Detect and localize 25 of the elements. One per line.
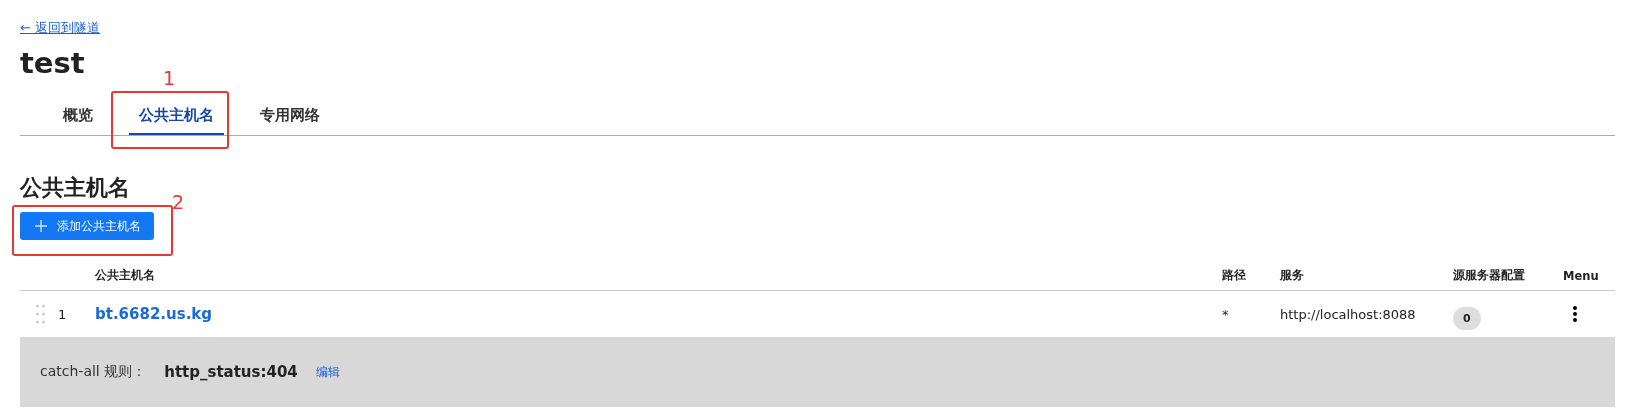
tab[interactable]: 概览 [53, 100, 103, 135]
column-header: 路径 [1222, 268, 1247, 283]
catch-all-label: catch-all 规则： [40, 363, 147, 381]
edit-link[interactable]: 编辑 [315, 363, 340, 381]
plus-icon [35, 220, 47, 232]
back-link[interactable]: ← 返回到隧道 [20, 19, 101, 37]
catch-all-value: http_status:404 [164, 363, 298, 381]
tab[interactable]: 专用网络 [250, 100, 330, 135]
column-header: 源服务器配置 [1453, 268, 1526, 283]
add-hostname-button[interactable]: 添加公共主机名 [20, 212, 154, 240]
tab[interactable]: 公共主机名 [129, 100, 224, 135]
more-options-icon[interactable] [1573, 306, 1577, 322]
annotation-number: 1 [163, 68, 176, 88]
hostname-link[interactable]: bt.6682.us.kg [95, 305, 1222, 323]
column-header: 公共主机名 [95, 268, 156, 283]
column-header: 服务 [1280, 268, 1305, 283]
page-title: test [20, 45, 85, 81]
annotation-number: 2 [172, 192, 185, 212]
row-number: 1 [58, 306, 68, 322]
drag-handle-icon[interactable] [36, 304, 45, 324]
column-header: Menu [1563, 268, 1600, 283]
table-cell-text: http://localhost:8088 [1280, 306, 1417, 322]
section-heading: 公共主机名 [20, 174, 130, 202]
count-badge: 0 [1453, 306, 1481, 330]
table-cell-text: * [1222, 306, 1230, 322]
